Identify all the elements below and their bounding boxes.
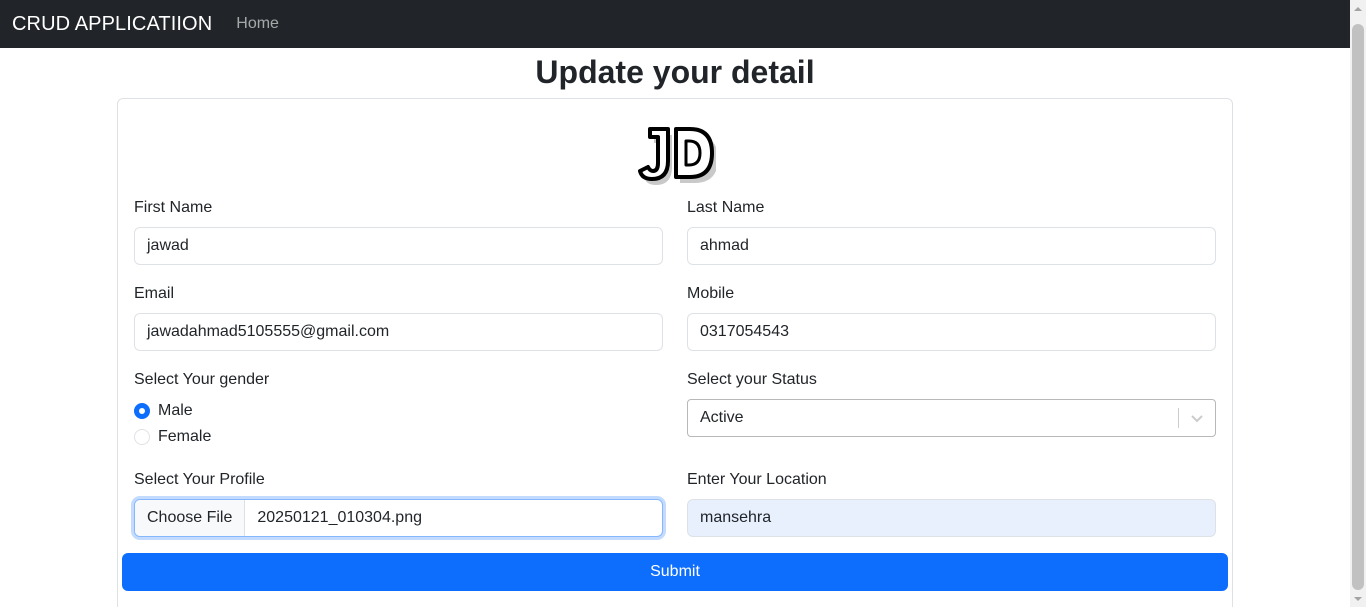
email-label: Email (134, 285, 175, 302)
navbar: CRUD APPLICATIION Home (0, 0, 1350, 48)
scroll-up-arrow-icon[interactable] (1350, 0, 1366, 17)
select-separator (1178, 408, 1179, 428)
nav-link-home[interactable]: Home (236, 15, 279, 33)
status-select[interactable]: Active (687, 399, 1216, 437)
mobile-label: Mobile (687, 285, 735, 302)
female-radio[interactable] (134, 429, 150, 445)
location-input[interactable]: mansehra (687, 499, 1216, 537)
profile-logo-image (636, 121, 718, 187)
jd-logo-icon (638, 127, 718, 185)
male-radio-label: Male (158, 402, 193, 419)
first-name-label: First Name (134, 199, 213, 216)
last-name-label: Last Name (687, 199, 765, 216)
chevron-down-icon[interactable] (1190, 411, 1204, 425)
scrollbar-thumb[interactable] (1352, 24, 1364, 590)
navbar-brand[interactable]: CRUD APPLICATIION (12, 13, 212, 36)
profile-label: Select Your Profile (134, 471, 265, 488)
mobile-input[interactable]: 0317054543 (687, 313, 1216, 351)
location-label: Enter Your Location (687, 471, 827, 488)
male-radio[interactable] (134, 403, 150, 419)
page-title: Update your detail (535, 54, 815, 90)
gender-label: Select Your gender (134, 371, 270, 388)
last-name-input[interactable]: ahmad (687, 227, 1216, 265)
selected-file-name: 20250121_010304.png (257, 509, 422, 526)
choose-file-button[interactable]: Choose File (135, 500, 246, 536)
email-input[interactable]: jawadahmad5105555@gmail.com (134, 313, 663, 351)
female-radio-label: Female (158, 428, 212, 445)
gender-option-male[interactable]: Male (134, 402, 193, 420)
gender-option-female[interactable]: Female (134, 428, 211, 446)
profile-file-input[interactable]: Choose File 20250121_010304.png (134, 499, 663, 537)
status-label: Select your Status (687, 371, 817, 388)
first-name-input[interactable]: jawad (134, 227, 663, 265)
scroll-down-arrow-icon[interactable] (1350, 590, 1366, 607)
submit-button[interactable]: Submit (122, 553, 1228, 591)
vertical-scrollbar[interactable] (1350, 0, 1366, 607)
status-selected-value: Active (700, 409, 744, 426)
